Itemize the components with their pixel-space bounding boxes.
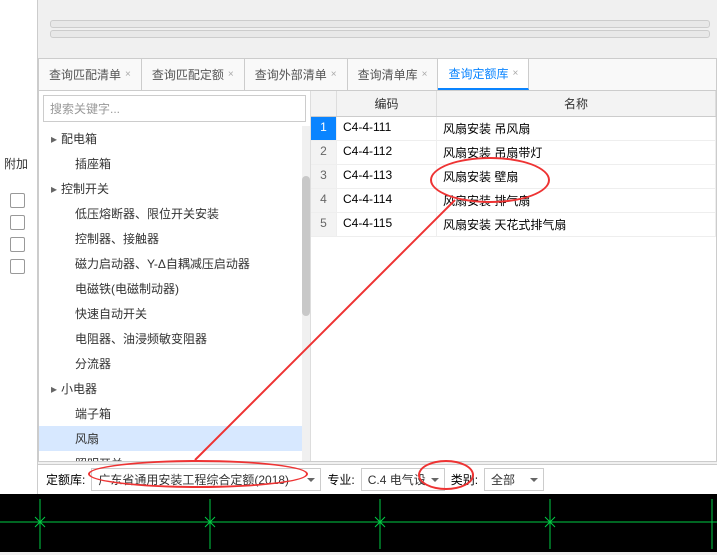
table-row[interactable]: 5C4-4-115风扇安装 天花式排气扇 <box>311 213 716 237</box>
attach-checkbox-1[interactable] <box>10 193 25 208</box>
tree-item[interactable]: 控制开关 <box>39 176 310 201</box>
grid-rows: 1C4-4-111风扇安装 吊风扇2C4-4-112风扇安装 吊扇带灯3C4-4… <box>311 117 716 461</box>
row-number: 3 <box>311 165 337 188</box>
tree-scroll-thumb[interactable] <box>302 176 310 316</box>
tree-item[interactable]: 配电箱 <box>39 126 310 151</box>
table-row[interactable]: 1C4-4-111风扇安装 吊风扇 <box>311 117 716 141</box>
table-row[interactable]: 2C4-4-112风扇安装 吊扇带灯 <box>311 141 716 165</box>
attach-label: 附加 <box>4 155 28 172</box>
close-icon[interactable]: × <box>422 69 428 80</box>
grid-header-num <box>311 91 337 116</box>
row-code: C4-4-111 <box>337 117 437 140</box>
left-gutter <box>0 0 38 552</box>
row-number: 4 <box>311 189 337 212</box>
tree-item[interactable]: 风扇 <box>39 426 310 451</box>
tree-item[interactable]: 端子箱 <box>39 401 310 426</box>
close-icon[interactable]: × <box>331 69 337 80</box>
row-code: C4-4-112 <box>337 141 437 164</box>
grid-header-code[interactable]: 编码 <box>337 91 437 116</box>
tab-label: 查询清单库 <box>358 66 418 83</box>
tab-label: 查询匹配清单 <box>49 66 121 83</box>
tab-external-list[interactable]: 查询外部清单 × <box>245 59 348 90</box>
tree-item[interactable]: 控制器、接触器 <box>39 226 310 251</box>
tree-item[interactable]: 电阻器、油浸频敏变阻器 <box>39 326 310 351</box>
tree-item[interactable]: 小电器 <box>39 376 310 401</box>
grid-header-name[interactable]: 名称 <box>437 91 716 116</box>
tree-item[interactable]: 磁力启动器、Y-Δ自耦减压启动器 <box>39 251 310 276</box>
row-number: 1 <box>311 117 337 140</box>
main-panel: 查询匹配清单 × 查询匹配定额 × 查询外部清单 × 查询清单库 × 查询定额库 × 搜索… <box>38 58 717 462</box>
bottom-bar: 定额库: 广东省通用安装工程综合定额(2018) 专业: C.4 电气设 类别:… <box>38 464 717 494</box>
attach-checkbox-4[interactable] <box>10 259 25 274</box>
tab-match-quota[interactable]: 查询匹配定额 × <box>142 59 245 90</box>
tab-quota-lib[interactable]: 查询定额库 × <box>438 59 529 90</box>
tree-item[interactable]: 照明开关 <box>39 451 310 461</box>
row-code: C4-4-114 <box>337 189 437 212</box>
row-code: C4-4-113 <box>337 165 437 188</box>
tree-item[interactable]: 低压熔断器、限位开关安装 <box>39 201 310 226</box>
toolbar-strip <box>50 20 710 28</box>
toolbar-strip-2 <box>50 30 710 38</box>
tree-item[interactable]: 插座箱 <box>39 151 310 176</box>
spec-label: 专业: <box>327 471 354 488</box>
attach-checkbox-3[interactable] <box>10 237 25 252</box>
tab-label: 查询匹配定额 <box>152 66 224 83</box>
close-icon[interactable]: × <box>228 69 234 80</box>
close-icon[interactable]: × <box>512 68 518 79</box>
row-number: 5 <box>311 213 337 236</box>
lib-label: 定额库: <box>46 471 85 488</box>
attach-checkbox-2[interactable] <box>10 215 25 230</box>
row-name: 风扇安装 天花式排气扇 <box>437 213 716 236</box>
table-row[interactable]: 3C4-4-113风扇安装 壁扇 <box>311 165 716 189</box>
row-name: 风扇安装 壁扇 <box>437 165 716 188</box>
category-tree[interactable]: 配电箱插座箱控制开关低压熔断器、限位开关安装控制器、接触器磁力启动器、Y-Δ自耦… <box>39 126 310 461</box>
panel-body: 搜索关键字... 配电箱插座箱控制开关低压熔断器、限位开关安装控制器、接触器磁力… <box>39 91 716 461</box>
tab-label: 查询外部清单 <box>255 66 327 83</box>
grid-pane: 编码 名称 1C4-4-111风扇安装 吊风扇2C4-4-112风扇安装 吊扇带… <box>311 91 716 461</box>
spec-dropdown[interactable]: C.4 电气设 <box>361 468 445 491</box>
lib-dropdown[interactable]: 广东省通用安装工程综合定额(2018) <box>91 468 321 491</box>
table-row[interactable]: 4C4-4-114风扇安装 排气扇 <box>311 189 716 213</box>
tab-bar: 查询匹配清单 × 查询匹配定额 × 查询外部清单 × 查询清单库 × 查询定额库 × <box>39 59 716 91</box>
tab-list-lib[interactable]: 查询清单库 × <box>348 59 439 90</box>
tree-item[interactable]: 电磁铁(电磁制动器) <box>39 276 310 301</box>
search-input[interactable]: 搜索关键字... <box>43 95 306 122</box>
row-name: 风扇安装 吊扇带灯 <box>437 141 716 164</box>
tab-match-list[interactable]: 查询匹配清单 × <box>39 59 142 90</box>
cad-canvas[interactable] <box>0 494 717 552</box>
row-name: 风扇安装 排气扇 <box>437 189 716 212</box>
row-name: 风扇安装 吊风扇 <box>437 117 716 140</box>
close-icon[interactable]: × <box>125 69 131 80</box>
tab-label: 查询定额库 <box>448 65 508 82</box>
tree-scrollbar[interactable] <box>302 126 310 461</box>
cat-dropdown[interactable]: 全部 <box>484 468 544 491</box>
tree-item[interactable]: 分流器 <box>39 351 310 376</box>
grid-header: 编码 名称 <box>311 91 716 117</box>
row-number: 2 <box>311 141 337 164</box>
tree-item[interactable]: 快速自动开关 <box>39 301 310 326</box>
tree-pane: 搜索关键字... 配电箱插座箱控制开关低压熔断器、限位开关安装控制器、接触器磁力… <box>39 91 311 461</box>
row-code: C4-4-115 <box>337 213 437 236</box>
cat-label: 类别: <box>451 471 478 488</box>
